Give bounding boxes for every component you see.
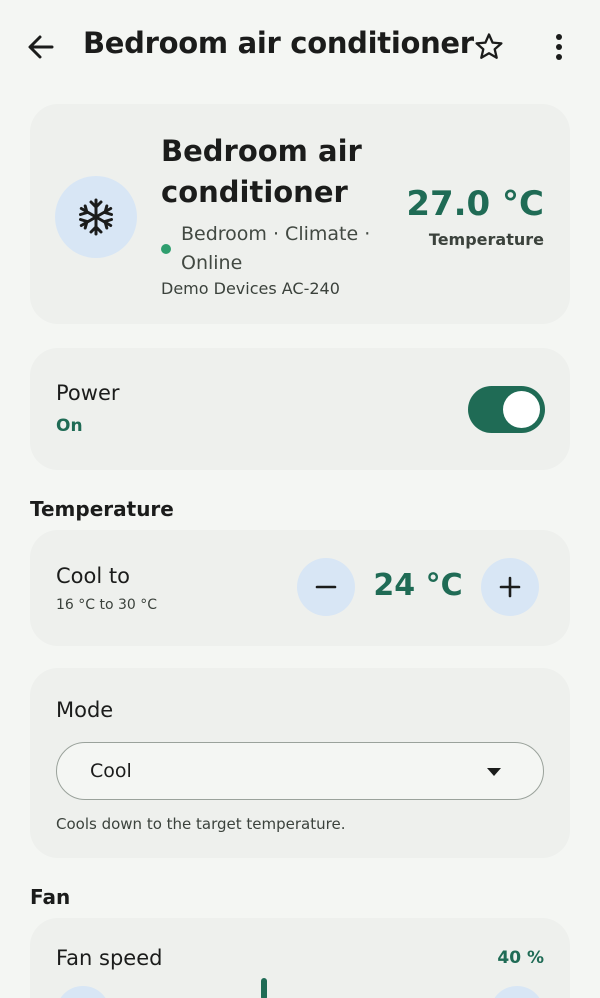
target-temperature-card: Cool to 16 °C to 30 °C 24 °C — [30, 530, 570, 646]
app-screen: Bedroom air conditioner Bedroom air cond… — [0, 0, 600, 998]
device-name: Bedroom air conditioner — [161, 134, 362, 209]
page-title: Bedroom air conditioner — [83, 26, 474, 60]
power-state: On — [56, 416, 83, 436]
snowflake-icon — [79, 198, 113, 236]
device-location-status: Bedroom · Climate · Online — [181, 223, 371, 274]
more-options-button[interactable] — [544, 30, 574, 64]
cool-to-label: Cool to — [56, 564, 130, 588]
power-toggle[interactable] — [468, 386, 545, 433]
power-toggle-knob — [503, 391, 540, 428]
fan-speed-slider[interactable] — [118, 978, 482, 998]
current-temperature-value: 27.0 °C — [406, 184, 544, 224]
minus-icon — [315, 585, 337, 589]
fan-section-title: Fan — [30, 885, 71, 909]
mode-dropdown[interactable]: Cool — [56, 742, 544, 800]
fan-speed-value: 40 % — [497, 948, 544, 968]
increase-temperature-button[interactable] — [481, 558, 539, 616]
star-outline-icon — [475, 33, 503, 59]
fan-speed-slider-thumb[interactable] — [261, 978, 268, 998]
device-icon-badge — [55, 176, 137, 258]
temperature-section-title: Temperature — [30, 497, 174, 521]
mode-label: Mode — [56, 698, 114, 722]
mode-card: Mode Cool Cools down to the target tempe… — [30, 668, 570, 858]
favorite-button[interactable] — [472, 30, 506, 64]
device-summary-card: Bedroom air conditioner Bedroom · Climat… — [30, 104, 570, 324]
target-temperature-value: 24 °C — [373, 568, 463, 603]
decrease-temperature-button[interactable] — [297, 558, 355, 616]
fan-speed-increase-button[interactable] — [490, 986, 544, 998]
online-status-dot — [161, 244, 171, 254]
back-button[interactable] — [24, 30, 58, 64]
plus-icon — [499, 576, 521, 598]
current-temperature-label: Temperature — [428, 230, 544, 249]
temperature-range: 16 °C to 30 °C — [56, 597, 158, 613]
fan-speed-decrease-button[interactable] — [56, 986, 110, 998]
power-label: Power — [56, 381, 120, 405]
mode-selected-value: Cool — [90, 760, 132, 782]
arrow-back-icon — [28, 35, 54, 59]
power-card: Power On — [30, 348, 570, 470]
device-model: Demo Devices AC-240 — [161, 279, 340, 298]
dropdown-caret-icon — [487, 768, 501, 776]
top-app-bar: Bedroom air conditioner — [0, 0, 600, 95]
mode-description: Cools down to the target temperature. — [56, 815, 346, 833]
more-vert-icon — [556, 34, 562, 60]
fan-speed-card: Fan speed 40 % — [30, 918, 570, 998]
fan-speed-label: Fan speed — [56, 946, 163, 970]
